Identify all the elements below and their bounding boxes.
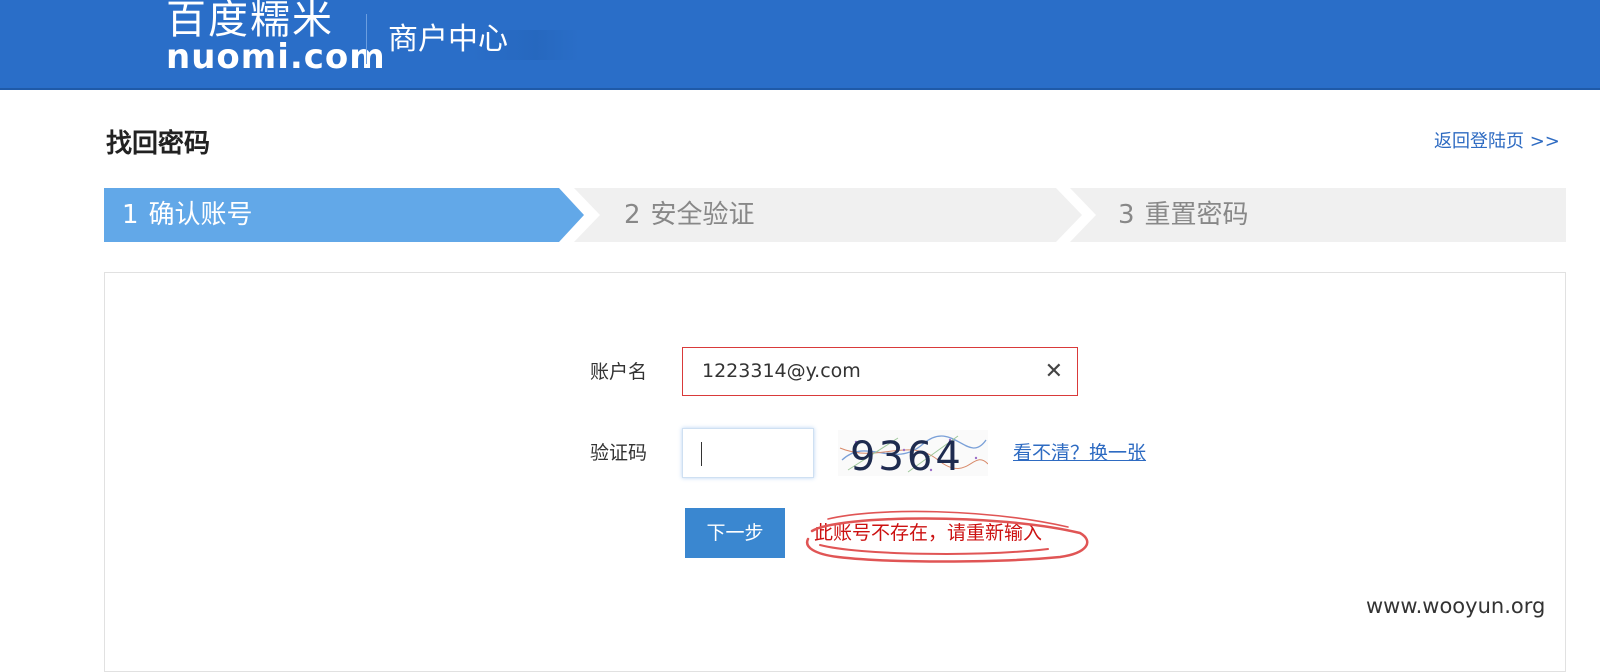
form-panel	[104, 272, 1566, 672]
header-divider	[366, 14, 367, 64]
text-caret	[701, 442, 702, 466]
header-bar: 百度糯米 nuomi.com 商户中心	[0, 0, 1600, 90]
page-title: 找回密码	[106, 129, 211, 159]
watermark: www.wooyun.org	[1366, 594, 1546, 618]
step-3-number: 3	[1118, 200, 1135, 230]
account-input-value: 1223314@y.com	[702, 360, 861, 382]
refresh-captcha-link[interactable]: 看不清？换一张	[1013, 440, 1146, 466]
captcha-input[interactable]	[682, 428, 814, 478]
close-icon[interactable]: ✕	[1045, 348, 1063, 395]
header-subtitle: 商户中心	[388, 22, 508, 57]
next-step-button[interactable]: 下一步	[685, 508, 785, 558]
captcha-label: 验证码	[590, 442, 648, 464]
account-input[interactable]: 1223314@y.com ✕	[682, 347, 1078, 396]
red-annotation-circle	[805, 510, 1089, 563]
account-label: 账户名	[590, 361, 648, 383]
back-to-login-link[interactable]: 返回登陆页 >>	[1434, 130, 1560, 154]
captcha-text: 9364	[850, 434, 964, 476]
step-2-number: 2	[624, 200, 641, 230]
step-2-label: 安全验证	[650, 200, 755, 230]
step-3-label: 重置密码	[1144, 200, 1249, 230]
step-1-label: 确认账号	[148, 200, 253, 230]
captcha-image[interactable]: 9364	[838, 430, 988, 476]
logo-english-text: nuomi.com	[166, 37, 386, 77]
step-1-number: 1	[122, 200, 139, 230]
step-progress-bar: 1 确认账号 2 安全验证 3 重置密码	[104, 188, 1566, 242]
